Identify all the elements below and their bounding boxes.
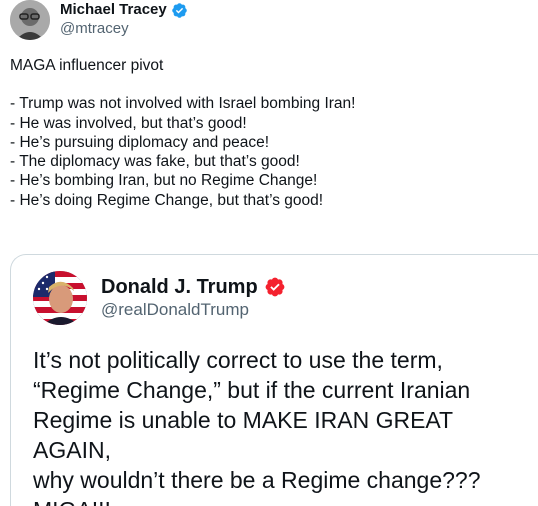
tweet-intro: MAGA influencer pivot xyxy=(10,57,164,74)
tweet-line: - He was involved, but that’s good! xyxy=(10,114,247,132)
quoted-display-name[interactable]: Donald J. Trump xyxy=(101,275,258,299)
tweet-header: Michael Tracey @mtracey xyxy=(10,0,188,40)
quoted-handle[interactable]: @realDonaldTrump xyxy=(101,299,286,321)
quoted-tweet-header: Donald J. Trump @realDonaldTrump xyxy=(33,271,286,325)
author-display-name[interactable]: Michael Tracey xyxy=(60,1,167,19)
author-handle[interactable]: @mtracey xyxy=(60,19,188,39)
tweet-line: - Trump was not involved with Israel bom… xyxy=(10,95,356,113)
quoted-line: why wouldn’t there be a Regime change??? xyxy=(33,467,481,493)
quoted-line: It’s not politically correct to use the … xyxy=(33,347,443,373)
tweet-text: MAGA influencer pivot - Trump was not in… xyxy=(10,56,530,210)
quoted-tweet[interactable]: Donald J. Trump @realDonaldTrump It’s no… xyxy=(10,254,538,506)
quoted-tweet-text: It’s not politically correct to use the … xyxy=(33,345,533,506)
quoted-line: “Regime Change,” but if the current Iran… xyxy=(33,377,471,403)
tweet-line: - He’s bombing Iran, but no Regime Chang… xyxy=(10,172,318,190)
quoted-line: Regime is unable to MAKE IRAN GREAT AGAI… xyxy=(33,407,453,463)
verified-badge-icon xyxy=(265,277,285,297)
avatar[interactable] xyxy=(10,0,50,40)
tweet-line: - He’s pursuing diplomacy and peace! xyxy=(10,133,270,151)
quoted-line: MIGA!!! xyxy=(33,495,533,506)
tweet-line: - He’s doing Regime Change, but that’s g… xyxy=(10,191,324,209)
quoted-avatar[interactable] xyxy=(33,271,87,325)
tweet-line: - The diplomacy was fake, but that’s goo… xyxy=(10,153,300,171)
verified-badge-icon xyxy=(171,2,187,18)
